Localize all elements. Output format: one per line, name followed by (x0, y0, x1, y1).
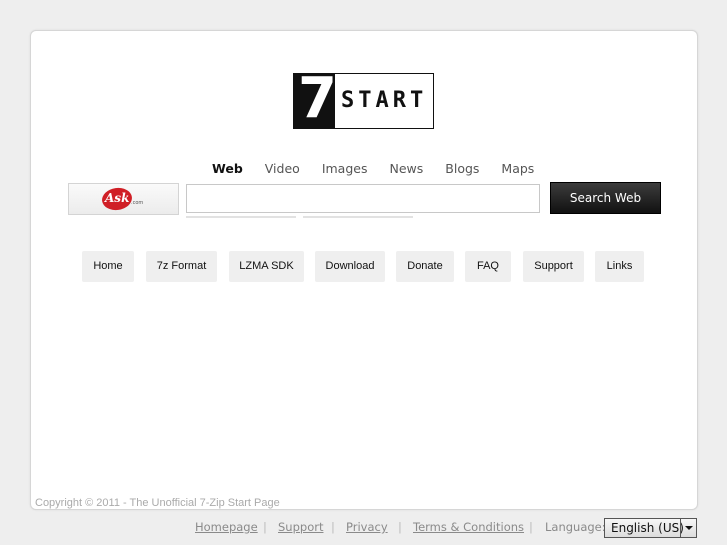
tab-video[interactable]: Video (265, 161, 300, 176)
ask-logo-suffix: .com (131, 200, 144, 206)
footer-separator: | (398, 520, 402, 534)
tab-blogs[interactable]: Blogs (445, 161, 479, 176)
tab-maps[interactable]: Maps (501, 161, 534, 176)
logo-start-text: START (341, 88, 428, 113)
nav-support-button[interactable]: Support (523, 251, 584, 282)
chevron-down-icon (685, 526, 693, 530)
suggest-line-2 (303, 216, 413, 218)
nav-links-button[interactable]: Links (595, 251, 644, 282)
tab-news[interactable]: News (389, 161, 423, 176)
language-value: English (US) (611, 521, 684, 535)
site-logo[interactable]: 7 START (293, 67, 434, 131)
nav-faq-button[interactable]: FAQ (465, 251, 511, 282)
nav-home-button[interactable]: Home (82, 251, 134, 282)
nav-donate-button[interactable]: Donate (396, 251, 454, 282)
language-label: Language: (545, 520, 606, 534)
footer-terms-link[interactable]: Terms & Conditions (413, 520, 524, 534)
footer-separator: | (331, 520, 335, 534)
suggest-line-1 (186, 216, 296, 218)
nav-download-button[interactable]: Download (315, 251, 385, 282)
footer-support-link[interactable]: Support (278, 520, 323, 534)
dropdown-button[interactable] (680, 519, 696, 537)
ask-logo-text: Ask (105, 191, 130, 205)
footer: Homepage | Support | Privacy | Terms & C… (0, 518, 727, 538)
search-web-button[interactable]: Search Web (550, 182, 661, 214)
footer-separator: | (529, 520, 533, 534)
footer-separator: | (263, 520, 267, 534)
tab-web[interactable]: Web (212, 161, 243, 176)
footer-homepage-link[interactable]: Homepage (195, 520, 258, 534)
search-input[interactable] (186, 184, 540, 213)
nav-7z-format-button[interactable]: 7z Format (146, 251, 217, 282)
language-select[interactable]: English (US) (604, 518, 697, 538)
copyright-text: Copyright © 2011 - The Unofficial 7-Zip … (35, 497, 280, 509)
nav-lzma-sdk-button[interactable]: LZMA SDK (229, 251, 304, 282)
search-tabs: Web Video Images News Blogs Maps (212, 161, 556, 176)
logo-seven-text: 7 (298, 66, 337, 131)
ask-logo[interactable]: Ask .com (68, 183, 179, 215)
footer-privacy-link[interactable]: Privacy (346, 520, 388, 534)
tab-images[interactable]: Images (322, 161, 368, 176)
main-card: 7 START Web Video Images News Blogs Maps… (30, 30, 698, 510)
